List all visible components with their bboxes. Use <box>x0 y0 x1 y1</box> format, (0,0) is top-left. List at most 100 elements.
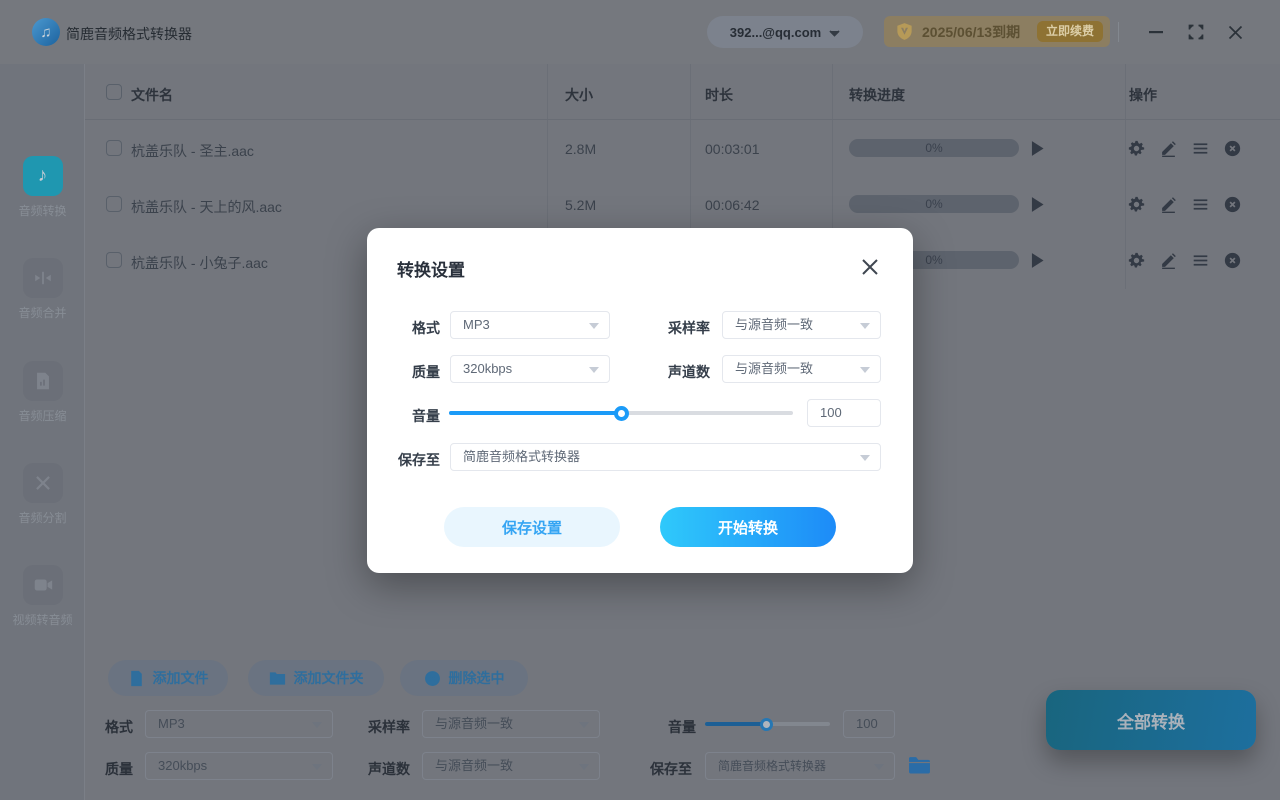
sidebar-item-label: 音频转换 <box>0 202 85 219</box>
sidebar-item-audio-convert[interactable]: ♪ 音频转换 <box>0 156 85 219</box>
remove-circle-icon[interactable] <box>1224 140 1241 157</box>
channels-select[interactable]: 与源音频一致 <box>722 355 881 383</box>
save-to-value: 简鹿音频格式转换器 <box>463 449 580 464</box>
column-header-progress: 转换进度 <box>849 85 905 105</box>
settings-gear-icon[interactable] <box>1128 140 1145 157</box>
browse-folder-icon[interactable] <box>908 756 931 775</box>
channels-select[interactable]: 与源音频一致 <box>422 752 600 780</box>
remove-circle-icon[interactable] <box>1224 196 1241 213</box>
caret-down-icon <box>579 764 589 770</box>
row-checkbox[interactable] <box>106 140 122 156</box>
volume-slider-thumb[interactable] <box>614 406 629 421</box>
play-icon[interactable] <box>1031 253 1048 270</box>
add-folder-icon <box>269 670 286 687</box>
caret-down-icon <box>860 367 870 373</box>
file-size: 2.8M <box>565 141 596 157</box>
minimize-button[interactable] <box>1145 21 1167 43</box>
save-to-value: 简鹿音频格式转换器 <box>718 759 826 773</box>
caret-down-icon <box>860 323 870 329</box>
play-icon[interactable] <box>1031 141 1048 158</box>
maximize-button[interactable] <box>1185 21 1207 43</box>
file-duration: 00:03:01 <box>705 141 760 157</box>
add-file-icon <box>128 670 145 687</box>
channels-label: 声道数 <box>368 759 410 779</box>
sidebar-item-label: 视频转音频 <box>0 611 85 628</box>
file-size: 5.2M <box>565 197 596 213</box>
sample-rate-label: 采样率 <box>643 318 710 338</box>
sidebar: ♪ 音频转换 音频合并 音频压缩 音频分割 视频转音频 <box>0 64 85 800</box>
quality-select[interactable]: 320kbps <box>145 752 333 780</box>
settings-gear-icon[interactable] <box>1128 196 1145 213</box>
sidebar-item-label: 音频合并 <box>0 304 85 321</box>
save-to-select[interactable]: 简鹿音频格式转换器 <box>450 443 881 471</box>
quality-value: 320kbps <box>463 361 512 376</box>
account-menu[interactable]: 392...@qq.com <box>707 16 863 48</box>
caret-down-icon <box>589 323 599 329</box>
titlebar-divider <box>1118 22 1119 42</box>
sample-rate-value: 与源音频一致 <box>435 716 513 731</box>
volume-slider-fill <box>705 722 767 726</box>
add-file-button[interactable]: 添加文件 <box>108 660 228 696</box>
sidebar-item-video-to-audio[interactable]: 视频转音频 <box>0 565 85 628</box>
sample-rate-value: 与源音频一致 <box>735 317 813 332</box>
remove-circle-icon[interactable] <box>1224 252 1241 269</box>
account-email: 392...@qq.com <box>730 25 821 40</box>
format-select[interactable]: MP3 <box>450 311 610 339</box>
sidebar-item-audio-compress[interactable]: 音频压缩 <box>0 361 85 424</box>
edit-pencil-icon[interactable] <box>1160 196 1177 213</box>
format-value: MP3 <box>158 716 185 731</box>
caret-down-icon <box>312 722 322 728</box>
file-name: 杭盖乐队 - 天上的风.aac <box>131 197 282 217</box>
sample-rate-select[interactable]: 与源音频一致 <box>422 710 600 738</box>
list-menu-icon[interactable] <box>1192 140 1209 157</box>
delete-selected-button[interactable]: 删除选中 <box>400 660 528 696</box>
start-convert-button[interactable]: 开始转换 <box>660 507 836 547</box>
close-button[interactable] <box>1224 21 1246 43</box>
volume-slider-thumb[interactable] <box>760 718 773 731</box>
save-to-label: 保存至 <box>377 450 440 470</box>
column-header-actions: 操作 <box>1129 85 1157 105</box>
save-to-select[interactable]: 简鹿音频格式转换器 <box>705 752 895 780</box>
add-folder-label: 添加文件夹 <box>294 668 364 688</box>
merge-icon <box>23 258 63 298</box>
volume-input[interactable]: 100 <box>807 399 881 427</box>
format-select[interactable]: MP3 <box>145 710 333 738</box>
edit-pencil-icon[interactable] <box>1160 140 1177 157</box>
add-folder-button[interactable]: 添加文件夹 <box>248 660 384 696</box>
renew-button[interactable]: 立即续费 <box>1037 21 1103 42</box>
play-icon[interactable] <box>1031 197 1048 214</box>
add-file-label: 添加文件 <box>153 668 209 688</box>
list-menu-icon[interactable] <box>1192 252 1209 269</box>
list-menu-icon[interactable] <box>1192 196 1209 213</box>
file-name: 杭盖乐队 - 圣主.aac <box>131 141 254 161</box>
volume-input[interactable]: 100 <box>843 710 895 738</box>
caret-down-icon <box>312 764 322 770</box>
file-duration: 00:06:42 <box>705 197 760 213</box>
row-checkbox[interactable] <box>106 252 122 268</box>
select-all-checkbox[interactable] <box>106 84 122 100</box>
convert-all-button[interactable]: 全部转换 <box>1046 690 1256 750</box>
vip-expiry-text: 2025/06/13到期 <box>922 22 1020 42</box>
channels-value: 与源音频一致 <box>435 758 513 773</box>
quality-select[interactable]: 320kbps <box>450 355 610 383</box>
split-icon <box>23 463 63 503</box>
sidebar-item-audio-split[interactable]: 音频分割 <box>0 463 85 526</box>
progress-bar: 0% <box>849 195 1019 213</box>
delete-selected-label: 删除选中 <box>449 668 505 688</box>
save-settings-button[interactable]: 保存设置 <box>444 507 620 547</box>
titlebar: ♫ 简鹿音频格式转换器 392...@qq.com 2025/06/13到期 立… <box>0 0 1280 64</box>
sidebar-item-label: 音频分割 <box>0 509 85 526</box>
caret-down-icon <box>874 764 884 770</box>
file-name: 杭盖乐队 - 小兔子.aac <box>131 253 268 273</box>
compress-file-icon <box>23 361 63 401</box>
sample-rate-select[interactable]: 与源音频一致 <box>722 311 881 339</box>
volume-slider-fill <box>449 411 621 415</box>
row-checkbox[interactable] <box>106 196 122 212</box>
edit-pencil-icon[interactable] <box>1160 252 1177 269</box>
chevron-down-icon <box>829 30 840 37</box>
caret-down-icon <box>579 722 589 728</box>
sidebar-item-audio-merge[interactable]: 音频合并 <box>0 258 85 321</box>
dialog-close-icon[interactable] <box>859 256 881 278</box>
app-logo-icon: ♫ <box>32 18 60 46</box>
settings-gear-icon[interactable] <box>1128 252 1145 269</box>
